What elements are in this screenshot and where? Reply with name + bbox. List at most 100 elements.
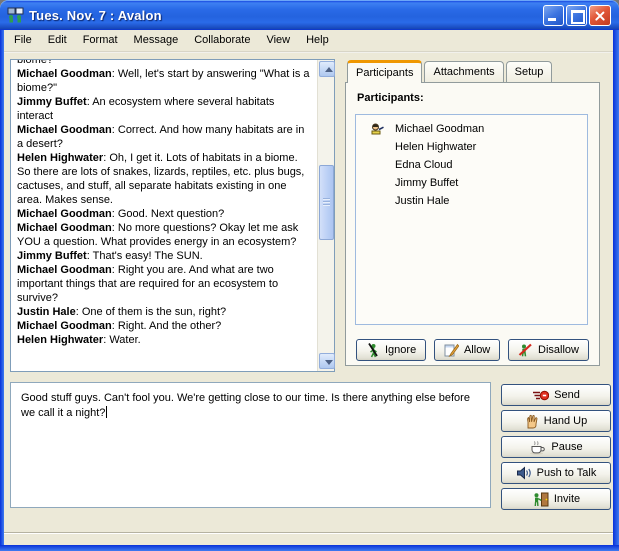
invite-icon (532, 492, 549, 507)
chat-message: Michael Goodman: Right. And the other? (17, 319, 313, 333)
message-author: Jimmy Buffet (17, 96, 87, 108)
participant-row-jimmy-buffet[interactable]: Jimmy Buffet (356, 174, 587, 192)
participant-name: Michael Goodman (395, 123, 484, 135)
button-allow[interactable]: Allow (434, 339, 500, 361)
text-caret (106, 406, 107, 418)
app-icon (7, 6, 25, 24)
status-bar (4, 532, 613, 545)
action-button-hand-up[interactable]: Hand Up (501, 410, 611, 432)
message-input-text: Good stuff guys. Can't fool you. We're g… (21, 392, 470, 419)
send-icon (532, 389, 549, 402)
scroll-up-icon[interactable] (319, 61, 335, 77)
message-author: Helen Highwater (17, 334, 103, 346)
participant-name: Helen Highwater (395, 141, 476, 153)
chat-message: Justin Hale: One of them is the sun, rig… (17, 305, 313, 319)
message-author: Jimmy Buffet (17, 250, 87, 262)
close-button[interactable] (589, 5, 611, 26)
participant-name: Jimmy Buffet (395, 177, 458, 189)
participant-name: Justin Hale (395, 195, 449, 207)
minimize-button[interactable] (543, 5, 564, 26)
message-author: Michael Goodman (17, 124, 112, 136)
button-label: Hand Up (544, 415, 587, 427)
message-author: Helen Highwater (17, 152, 103, 164)
ignore-icon (366, 343, 380, 358)
scrollbar-thumb[interactable] (319, 165, 334, 240)
button-label: Ignore (385, 344, 416, 356)
button-label: Send (554, 389, 580, 401)
button-label: Push to Talk (537, 467, 597, 479)
menu-item-edit[interactable]: Edit (40, 32, 75, 48)
moderation-buttons: Ignore Allow Disallow (356, 339, 589, 361)
menu-item-format[interactable]: Format (75, 32, 126, 48)
chat-message: Jimmy Buffet: That's easy! The SUN. (17, 249, 313, 263)
tab-attachments[interactable]: Attachments (424, 61, 503, 82)
window-frame-bottom (0, 545, 619, 551)
allow-icon (444, 343, 459, 357)
window-frame-left (0, 30, 4, 551)
chat-message: Michael Goodman: Well, let's start by an… (17, 67, 313, 95)
disallow-icon (518, 343, 533, 357)
chat-message: Michael Goodman: No more questions? Okay… (17, 221, 313, 249)
participant-row-michael-goodman[interactable]: Michael Goodman (356, 120, 587, 138)
menu-item-collaborate[interactable]: Collaborate (186, 32, 258, 48)
message-text: Water. (109, 334, 140, 346)
menu-item-file[interactable]: File (6, 32, 40, 48)
button-disallow[interactable]: Disallow (508, 339, 589, 361)
app-window: Tues. Nov. 7 : Avalon File Edit Format M… (0, 0, 619, 551)
menu-divider (4, 51, 613, 53)
message-author: Michael Goodman (17, 320, 112, 332)
transcript-clipped-line: biome? (17, 60, 313, 67)
scroll-down-icon[interactable] (319, 353, 335, 369)
message-text: That's easy! The SUN. (93, 250, 203, 262)
participants-list: Michael Goodman Helen Highwater Edna Clo… (355, 114, 588, 325)
button-label: Invite (554, 493, 580, 505)
participants-heading: Participants: (357, 92, 424, 104)
chat-message: Helen Highwater: Water. (17, 333, 313, 347)
tab-setup[interactable]: Setup (506, 61, 553, 82)
transcript-text: biome? Michael Goodman: Well, let's star… (11, 60, 316, 371)
action-button-push-to-talk[interactable]: Push to Talk (501, 462, 611, 484)
speaking-icon (370, 123, 395, 135)
push-to-talk-icon (516, 466, 532, 480)
chat-message: Helen Highwater: Oh, I get it. Lots of h… (17, 151, 313, 207)
chat-message: Michael Goodman: Right you are. And what… (17, 263, 313, 305)
menu-item-help[interactable]: Help (298, 32, 337, 48)
chat-transcript: biome? Michael Goodman: Well, let's star… (10, 59, 335, 372)
chat-message: Michael Goodman: Correct. And how many h… (17, 123, 313, 151)
action-button-send[interactable]: Send (501, 384, 611, 406)
message-author: Michael Goodman (17, 68, 112, 80)
window-frame-right (613, 30, 619, 551)
menu-item-view[interactable]: View (258, 32, 298, 48)
hand-icon (525, 414, 539, 429)
participant-row-helen-highwater[interactable]: Helen Highwater (356, 138, 587, 156)
titlebar: Tues. Nov. 7 : Avalon (0, 0, 619, 30)
maximize-button[interactable] (566, 5, 587, 26)
participant-name: Edna Cloud (395, 159, 453, 171)
message-author: Michael Goodman (17, 264, 112, 276)
button-label: Allow (464, 344, 490, 356)
window-title: Tues. Nov. 7 : Avalon (29, 8, 543, 23)
message-input[interactable]: Good stuff guys. Can't fool you. We're g… (10, 382, 491, 508)
tab-bar: Participants Attachments Setup (347, 59, 552, 82)
tab-participants[interactable]: Participants (347, 60, 422, 83)
button-label: Pause (551, 441, 582, 453)
button-label: Disallow (538, 344, 579, 356)
message-text: Good. Next question? (118, 208, 224, 220)
action-buttons: Send Hand Up Pause Push to Talk Invite (501, 384, 611, 514)
participant-row-edna-cloud[interactable]: Edna Cloud (356, 156, 587, 174)
message-text: One of them is the sun, right? (82, 306, 226, 318)
message-author: Michael Goodman (17, 208, 112, 220)
message-author: Michael Goodman (17, 222, 112, 234)
menu-item-message[interactable]: Message (126, 32, 187, 48)
pause-icon (529, 440, 546, 455)
transcript-scrollbar[interactable] (317, 60, 334, 371)
message-author: Justin Hale (17, 306, 76, 318)
message-text: Right. And the other? (118, 320, 221, 332)
chat-message: Michael Goodman: Good. Next question? (17, 207, 313, 221)
chat-message: Jimmy Buffet: An ecosystem where several… (17, 95, 313, 123)
menu-bar: File Edit Format Message Collaborate Vie… (4, 30, 613, 49)
action-button-invite[interactable]: Invite (501, 488, 611, 510)
button-ignore[interactable]: Ignore (356, 339, 426, 361)
participant-row-justin-hale[interactable]: Justin Hale (356, 192, 587, 210)
action-button-pause[interactable]: Pause (501, 436, 611, 458)
